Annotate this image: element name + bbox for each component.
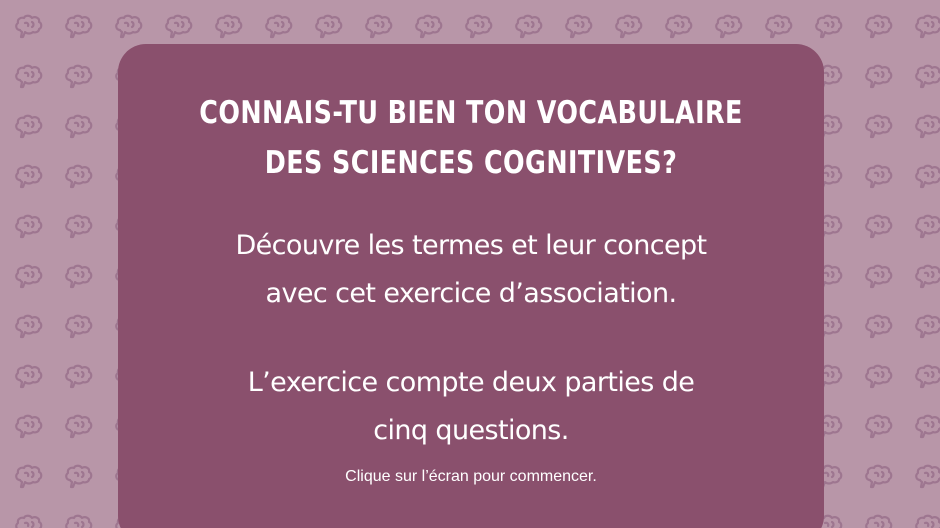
intro-description-1: Découvre les termes et leur concept avec…: [118, 222, 824, 318]
intro-description-2-line-1: L’exercice compte deux parties de: [247, 367, 695, 398]
start-hint: Clique sur l’écran pour commencer.: [345, 468, 597, 485]
intro-title: CONNAIS-TU BIEN TON VOCABULAIRE DES SCIE…: [182, 88, 761, 188]
intro-title-line-1: CONNAIS-TU BIEN TON VOCABULAIRE: [199, 95, 743, 131]
intro-title-line-2: DES SCIENCES COGNITIVES?: [264, 145, 678, 181]
intro-description-2-line-2: cinq questions.: [373, 415, 569, 446]
intro-card[interactable]: CONNAIS-TU BIEN TON VOCABULAIRE DES SCIE…: [118, 44, 824, 528]
intro-description-2: L’exercice compte deux parties de cinq q…: [118, 359, 824, 455]
intro-description-1-line-1: Découvre les termes et leur concept: [235, 230, 707, 261]
intro-description-1-line-2: avec cet exercice d’association.: [265, 278, 677, 309]
